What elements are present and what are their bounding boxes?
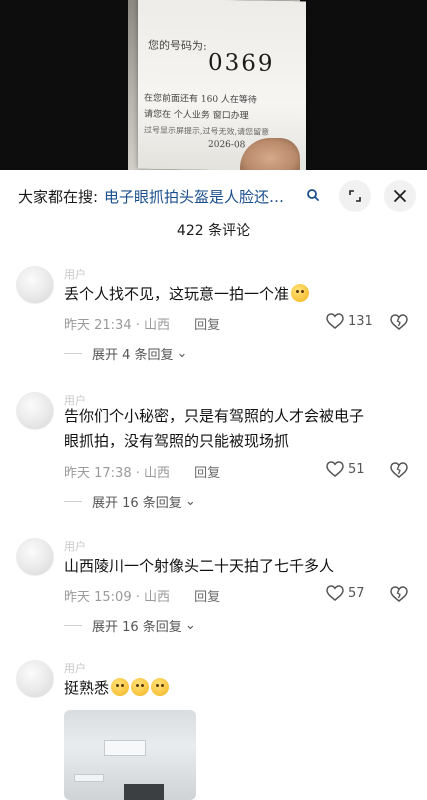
avatar[interactable] — [16, 538, 54, 576]
comment-count: 422 条评论 — [176, 223, 251, 239]
expand-replies-button[interactable]: 展开 4 条回复 ⌄ — [64, 344, 187, 363]
ceiling-light — [104, 740, 146, 756]
ticket-business: 请您在 个人业务 窗口办理 — [144, 109, 249, 122]
search-icon[interactable] — [306, 186, 320, 204]
search-query-link[interactable]: 电子眼抓拍头盔是人脸还是车牌 — [104, 186, 298, 207]
dislike-icon[interactable] — [390, 462, 408, 478]
comment-username[interactable]: 用户 — [64, 266, 86, 282]
comment-time: 昨天 17:38 · 山西 — [64, 466, 170, 481]
expand-button[interactable] — [339, 180, 371, 212]
emoji-icon — [151, 678, 170, 696]
comment-meta: 昨天 15:09 · 山西 回复 — [64, 586, 220, 605]
like-button[interactable]: 57 — [326, 585, 365, 601]
comment-text: 告你们个小秘密，只是有驾照的人才会被电子眼抓拍，没有驾照的只能被现场抓 — [64, 407, 365, 450]
like-button[interactable]: 131 — [326, 313, 373, 329]
dislike-icon[interactable] — [390, 586, 408, 602]
comment-time: 昨天 15:09 · 山西 — [64, 590, 170, 605]
comment-username[interactable]: 用户 — [64, 538, 86, 554]
close-icon — [394, 190, 406, 202]
emoji-icon — [291, 284, 310, 302]
expand-replies-button[interactable]: 展开 16 条回复 ⌄ — [64, 616, 196, 635]
ticket-notice: 过号显示屏提示,过号无效,请您留意 — [144, 125, 270, 137]
like-count: 57 — [348, 585, 365, 601]
expand-replies-label: 展开 16 条回复 — [92, 620, 182, 635]
like-count: 51 — [348, 461, 365, 477]
comment-meta: 昨天 17:38 · 山西 回复 — [64, 462, 220, 481]
dark-object — [124, 784, 164, 800]
comment-time: 昨天 21:34 · 山西 — [64, 318, 170, 333]
search-prefix: 大家都在搜: — [18, 188, 99, 206]
ticket-date: 2026-08 — [208, 139, 246, 151]
heart-icon — [326, 585, 344, 601]
divider — [64, 625, 82, 626]
comment-image[interactable] — [64, 710, 196, 800]
dislike-icon[interactable] — [390, 314, 408, 330]
avatar[interactable] — [16, 660, 54, 698]
like-count: 131 — [348, 313, 373, 329]
like-button[interactable]: 51 — [326, 461, 365, 477]
expand-icon — [349, 190, 361, 202]
heart-icon — [326, 313, 344, 329]
emoji-icon — [131, 678, 150, 696]
chevron-down-icon: ⌄ — [176, 346, 188, 361]
divider — [64, 501, 82, 502]
expand-replies-label: 展开 4 条回复 — [92, 348, 174, 363]
ticket-ahead: 在您前面还有 160 人在等待 — [144, 93, 257, 106]
ceiling-light — [74, 774, 104, 782]
search-suggestion-bar[interactable]: 大家都在搜: 电子眼抓拍头盔是人脸还是车牌 — [0, 180, 427, 212]
avatar[interactable] — [16, 392, 54, 430]
emoji-icon — [111, 678, 130, 696]
expand-replies-label: 展开 16 条回复 — [92, 496, 182, 511]
comment-meta: 昨天 21:34 · 山西 回复 — [64, 314, 220, 333]
comment-text: 挺熟悉 — [64, 676, 364, 701]
ticket-label: 您的号码为: — [148, 38, 207, 53]
close-button[interactable] — [384, 180, 416, 212]
comment-sheet: 大家都在搜: 电子眼抓拍头盔是人脸还是车牌 422 条评论 用户 丢个人找不见，… — [0, 170, 427, 800]
divider — [64, 353, 82, 354]
chevron-down-icon: ⌄ — [184, 494, 196, 509]
comment-text: 丢个人找不见，这玩意一拍一个准 — [64, 282, 364, 307]
reply-button[interactable]: 回复 — [194, 590, 220, 605]
chevron-down-icon: ⌄ — [184, 618, 196, 633]
reply-button[interactable]: 回复 — [194, 318, 220, 333]
comment-text: 山西陵川一个射像头二十天拍了七千多人 — [64, 557, 335, 575]
avatar[interactable] — [16, 266, 54, 304]
comment-username[interactable]: 用户 — [64, 660, 86, 676]
reply-button[interactable]: 回复 — [194, 466, 220, 481]
video-player[interactable]: 您的号码为: 0369 在您前面还有 160 人在等待 请您在 个人业务 窗口办… — [0, 0, 427, 170]
ticket-number: 0369 — [208, 49, 275, 77]
comment-text-content: 挺熟悉 — [64, 679, 110, 697]
expand-replies-button[interactable]: 展开 16 条回复 ⌄ — [64, 492, 196, 511]
comment-text-content: 丢个人找不见，这玩意一拍一个准 — [64, 285, 290, 303]
heart-icon — [326, 461, 344, 477]
